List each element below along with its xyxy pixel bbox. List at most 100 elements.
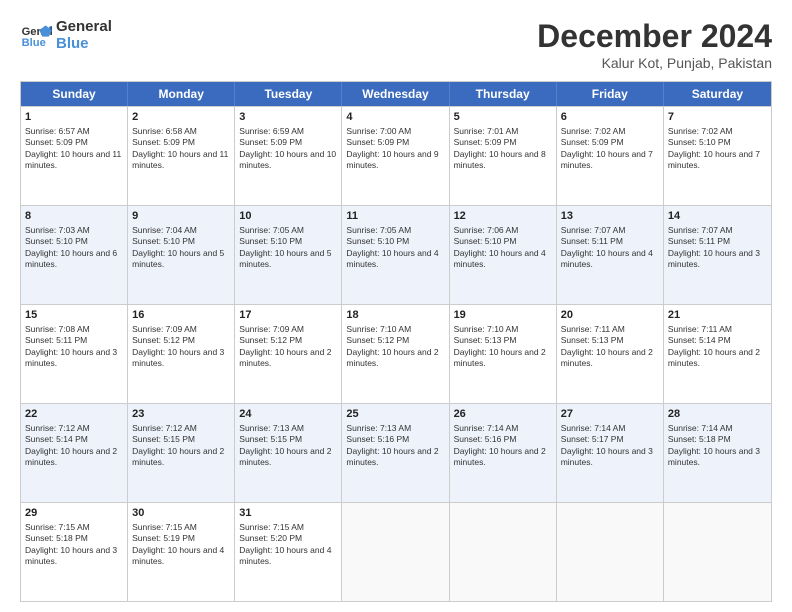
day-cell-7: 7Sunrise: 7:02 AMSunset: 5:10 PMDaylight… — [664, 107, 771, 205]
sunrise-label: Sunrise: 7:11 AM — [561, 324, 625, 334]
calendar-body: 1Sunrise: 6:57 AMSunset: 5:09 PMDaylight… — [21, 106, 771, 601]
day-number: 12 — [454, 209, 552, 224]
day-cell-30: 30Sunrise: 7:15 AMSunset: 5:19 PMDayligh… — [128, 503, 235, 601]
day-cell-10: 10Sunrise: 7:05 AMSunset: 5:10 PMDayligh… — [235, 206, 342, 304]
sunset-label: Sunset: 5:09 PM — [346, 137, 409, 147]
sunset-label: Sunset: 5:18 PM — [25, 533, 88, 543]
calendar-row-2: 8Sunrise: 7:03 AMSunset: 5:10 PMDaylight… — [21, 205, 771, 304]
month-title: December 2024 — [537, 18, 772, 55]
sunset-label: Sunset: 5:10 PM — [25, 236, 88, 246]
sunset-label: Sunset: 5:09 PM — [132, 137, 195, 147]
sunrise-label: Sunrise: 7:12 AM — [132, 423, 197, 433]
sunrise-label: Sunrise: 7:09 AM — [132, 324, 197, 334]
sunrise-label: Sunrise: 6:58 AM — [132, 126, 197, 136]
sunrise-label: Sunrise: 7:05 AM — [346, 225, 411, 235]
header-day-tuesday: Tuesday — [235, 82, 342, 106]
daylight-label: Daylight: 10 hours and 4 minutes. — [346, 248, 438, 269]
day-cell-28: 28Sunrise: 7:14 AMSunset: 5:18 PMDayligh… — [664, 404, 771, 502]
daylight-label: Daylight: 10 hours and 2 minutes. — [454, 347, 546, 368]
logo: General Blue General Blue — [20, 18, 112, 52]
sunrise-label: Sunrise: 6:57 AM — [25, 126, 90, 136]
day-cell-25: 25Sunrise: 7:13 AMSunset: 5:16 PMDayligh… — [342, 404, 449, 502]
day-cell-12: 12Sunrise: 7:06 AMSunset: 5:10 PMDayligh… — [450, 206, 557, 304]
day-cell-2: 2Sunrise: 6:58 AMSunset: 5:09 PMDaylight… — [128, 107, 235, 205]
day-cell-19: 19Sunrise: 7:10 AMSunset: 5:13 PMDayligh… — [450, 305, 557, 403]
daylight-label: Daylight: 10 hours and 5 minutes. — [132, 248, 224, 269]
sunset-label: Sunset: 5:20 PM — [239, 533, 302, 543]
sunset-label: Sunset: 5:10 PM — [239, 236, 302, 246]
calendar-row-3: 15Sunrise: 7:08 AMSunset: 5:11 PMDayligh… — [21, 304, 771, 403]
sunset-label: Sunset: 5:13 PM — [454, 335, 517, 345]
sunrise-label: Sunrise: 7:15 AM — [25, 522, 90, 532]
day-cell-5: 5Sunrise: 7:01 AMSunset: 5:09 PMDaylight… — [450, 107, 557, 205]
daylight-label: Daylight: 10 hours and 2 minutes. — [454, 446, 546, 467]
daylight-label: Daylight: 10 hours and 3 minutes. — [132, 347, 224, 368]
empty-cell — [450, 503, 557, 601]
day-number: 25 — [346, 407, 444, 422]
sunrise-label: Sunrise: 7:12 AM — [25, 423, 90, 433]
header-day-sunday: Sunday — [21, 82, 128, 106]
sunrise-label: Sunrise: 7:10 AM — [454, 324, 519, 334]
daylight-label: Daylight: 10 hours and 2 minutes. — [668, 347, 760, 368]
calendar-row-1: 1Sunrise: 6:57 AMSunset: 5:09 PMDaylight… — [21, 106, 771, 205]
day-number: 20 — [561, 308, 659, 323]
day-number: 22 — [25, 407, 123, 422]
daylight-label: Daylight: 10 hours and 2 minutes. — [239, 347, 331, 368]
sunrise-label: Sunrise: 7:13 AM — [239, 423, 304, 433]
day-number: 14 — [668, 209, 767, 224]
sunset-label: Sunset: 5:19 PM — [132, 533, 195, 543]
daylight-label: Daylight: 10 hours and 5 minutes. — [239, 248, 331, 269]
sunrise-label: Sunrise: 7:06 AM — [454, 225, 519, 235]
sunrise-label: Sunrise: 7:15 AM — [132, 522, 197, 532]
logo-text-general: General — [56, 18, 112, 35]
sunset-label: Sunset: 5:16 PM — [454, 434, 517, 444]
sunrise-label: Sunrise: 7:01 AM — [454, 126, 519, 136]
sunset-label: Sunset: 5:10 PM — [132, 236, 195, 246]
daylight-label: Daylight: 10 hours and 2 minutes. — [346, 347, 438, 368]
sunset-label: Sunset: 5:12 PM — [346, 335, 409, 345]
day-number: 17 — [239, 308, 337, 323]
day-cell-3: 3Sunrise: 6:59 AMSunset: 5:09 PMDaylight… — [235, 107, 342, 205]
daylight-label: Daylight: 10 hours and 7 minutes. — [668, 149, 760, 170]
sunset-label: Sunset: 5:10 PM — [346, 236, 409, 246]
daylight-label: Daylight: 10 hours and 6 minutes. — [25, 248, 117, 269]
sunset-label: Sunset: 5:13 PM — [561, 335, 624, 345]
daylight-label: Daylight: 10 hours and 4 minutes. — [239, 545, 331, 566]
sunrise-label: Sunrise: 6:59 AM — [239, 126, 304, 136]
day-number: 11 — [346, 209, 444, 224]
day-cell-16: 16Sunrise: 7:09 AMSunset: 5:12 PMDayligh… — [128, 305, 235, 403]
daylight-label: Daylight: 10 hours and 8 minutes. — [454, 149, 546, 170]
day-number: 13 — [561, 209, 659, 224]
sunrise-label: Sunrise: 7:05 AM — [239, 225, 304, 235]
header-day-wednesday: Wednesday — [342, 82, 449, 106]
daylight-label: Daylight: 10 hours and 3 minutes. — [561, 446, 653, 467]
day-number: 3 — [239, 110, 337, 125]
day-cell-23: 23Sunrise: 7:12 AMSunset: 5:15 PMDayligh… — [128, 404, 235, 502]
daylight-label: Daylight: 10 hours and 3 minutes. — [25, 545, 117, 566]
sunset-label: Sunset: 5:15 PM — [239, 434, 302, 444]
sunrise-label: Sunrise: 7:09 AM — [239, 324, 304, 334]
daylight-label: Daylight: 10 hours and 9 minutes. — [346, 149, 438, 170]
daylight-label: Daylight: 10 hours and 3 minutes. — [668, 446, 760, 467]
sunset-label: Sunset: 5:14 PM — [25, 434, 88, 444]
sunset-label: Sunset: 5:12 PM — [132, 335, 195, 345]
sunset-label: Sunset: 5:11 PM — [668, 236, 730, 246]
sunset-label: Sunset: 5:17 PM — [561, 434, 624, 444]
empty-cell — [557, 503, 664, 601]
sunrise-label: Sunrise: 7:02 AM — [561, 126, 626, 136]
sunset-label: Sunset: 5:09 PM — [239, 137, 302, 147]
empty-cell — [342, 503, 449, 601]
day-cell-18: 18Sunrise: 7:10 AMSunset: 5:12 PMDayligh… — [342, 305, 449, 403]
sunrise-label: Sunrise: 7:14 AM — [561, 423, 626, 433]
header-day-saturday: Saturday — [664, 82, 771, 106]
sunset-label: Sunset: 5:15 PM — [132, 434, 195, 444]
day-number: 6 — [561, 110, 659, 125]
daylight-label: Daylight: 10 hours and 2 minutes. — [25, 446, 117, 467]
daylight-label: Daylight: 10 hours and 4 minutes. — [454, 248, 546, 269]
sunset-label: Sunset: 5:11 PM — [25, 335, 87, 345]
sunrise-label: Sunrise: 7:08 AM — [25, 324, 90, 334]
sunset-label: Sunset: 5:12 PM — [239, 335, 302, 345]
logo-text-blue: Blue — [56, 35, 112, 52]
day-cell-9: 9Sunrise: 7:04 AMSunset: 5:10 PMDaylight… — [128, 206, 235, 304]
day-number: 29 — [25, 506, 123, 521]
